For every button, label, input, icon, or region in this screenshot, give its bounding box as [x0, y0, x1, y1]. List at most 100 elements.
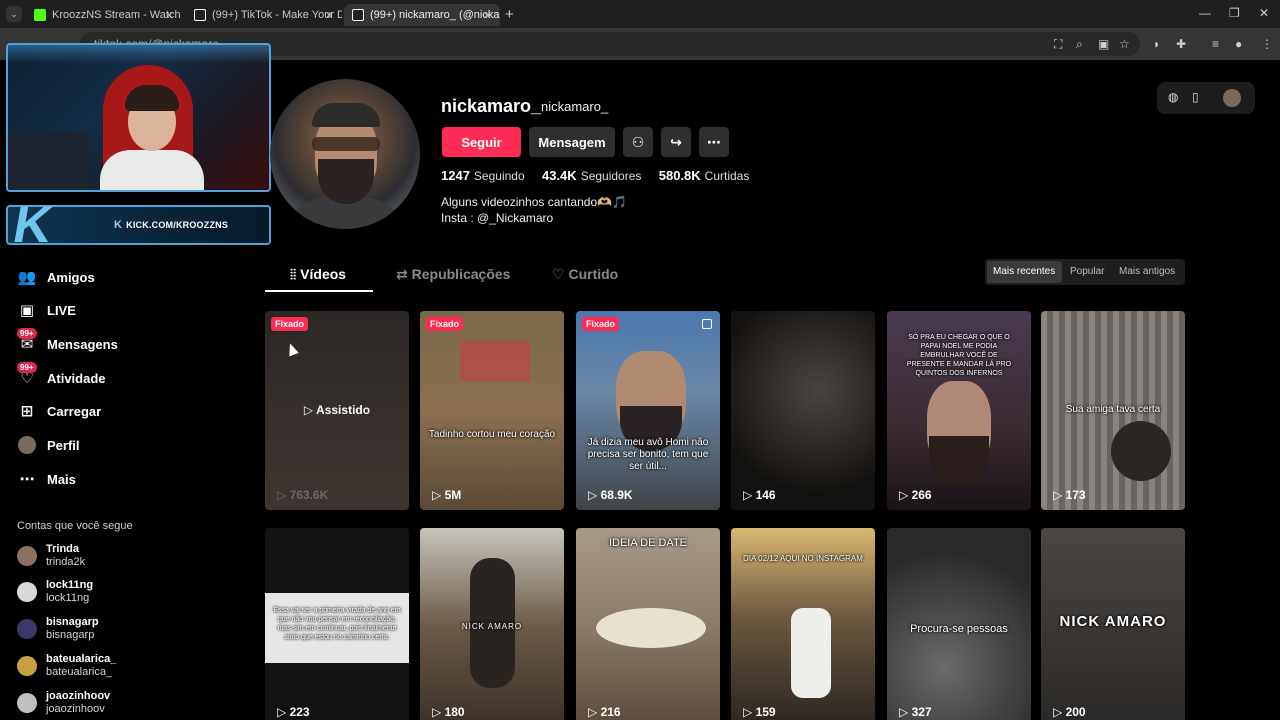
view-count: ▷ 327 — [899, 705, 932, 719]
maximize-icon[interactable]: ❐ — [1229, 6, 1240, 20]
nav-perfil[interactable]: Perfil — [17, 434, 80, 456]
video-card[interactable]: SÓ PRA EU CHEGAR O QUE O PAPAI NOEL ME P… — [887, 311, 1031, 510]
video-card[interactable]: Essa vai ser a primeira virada de ano em… — [265, 528, 409, 720]
view-count: ▷ 68.9K — [588, 488, 633, 502]
view-count: ▷ 5M — [432, 488, 462, 502]
streamer-webcam — [6, 43, 271, 192]
install-icon[interactable]: ▣ — [1098, 37, 1109, 51]
following-section-title: Contas que você segue — [17, 520, 133, 532]
suggested-accounts-button[interactable]: ⚇ — [623, 127, 653, 157]
account-name: bateualarica_ — [46, 653, 117, 665]
live-icon: ▣ — [19, 302, 35, 319]
add-friend-icon: ⚇ — [631, 133, 645, 150]
more-options-button[interactable]: ⋯ — [699, 127, 729, 157]
nav-live[interactable]: ▣ LIVE — [17, 299, 76, 321]
video-card[interactable]: Procura-se pessoas ▷ 327 — [887, 528, 1031, 720]
activity-icon: ♡ 99+ — [17, 362, 37, 388]
video-card[interactable]: IDEIA DE DATE ▷ 216 — [576, 528, 720, 720]
device-icon[interactable]: ▯ — [1192, 90, 1199, 104]
nav-label: Mensagens — [47, 336, 118, 352]
video-card[interactable]: Fixado ▷ Assistido ▷ 763.6K — [265, 311, 409, 510]
following-account[interactable]: bisnagarp bisnagarp — [17, 614, 99, 644]
account-handle: bateualarica_ — [46, 666, 113, 678]
video-card[interactable]: NICK AMARO ▷ 180 — [420, 528, 564, 720]
new-tab-icon[interactable]: + — [505, 6, 514, 23]
pinned-badge: Fixado — [426, 317, 464, 331]
video-caption: NICK AMARO — [1059, 613, 1167, 630]
nav-label: Atividade — [47, 370, 106, 386]
avatar — [17, 582, 37, 602]
profile-avatar-icon[interactable]: ● — [1235, 37, 1242, 51]
profile-avatar — [270, 79, 420, 229]
minimize-icon[interactable]: — — [1199, 6, 1211, 20]
nav-atividade[interactable]: ♡ 99+ Atividade — [17, 362, 106, 389]
tab-videos[interactable]: ⦙⦙ Vídeos — [290, 266, 346, 283]
sort-popular[interactable]: Popular — [1070, 266, 1104, 277]
view-count: ▷ 216 — [588, 705, 621, 719]
nav-label: LIVE — [47, 302, 76, 318]
sort-recent[interactable]: Mais recentes — [993, 266, 1055, 277]
nav-mais[interactable]: ⋯ Mais — [17, 468, 76, 490]
tab-search-icon[interactable]: ⌄ — [6, 6, 22, 22]
close-tab-icon[interactable]: ✕ — [165, 9, 174, 22]
puzzle-icon[interactable]: ✚ — [1176, 37, 1186, 51]
avatar — [17, 619, 37, 639]
nav-amigos[interactable]: 👥 Amigos — [17, 266, 95, 288]
browser-tab-bar: ⌄ KroozzNS Stream - Watch Live ✕ (99+) T… — [0, 0, 1280, 28]
view-count: ▷ 223 — [277, 705, 310, 719]
video-card[interactable]: Sua amiga tava certa ▷ 173 — [1041, 311, 1185, 510]
video-card[interactable]: Fixado Tadinho cortou meu coração ▷ 5M — [420, 311, 564, 510]
nav-label: Perfil — [47, 437, 80, 453]
account-handle: bisnagarp — [46, 629, 95, 641]
top-right-actions: ◍ ▯ — [1157, 82, 1255, 114]
close-window-icon[interactable]: ✕ — [1259, 6, 1269, 20]
profile-icon — [17, 435, 37, 455]
active-tab-indicator — [265, 290, 373, 292]
following-account[interactable]: joaozinhoov joaozinhoov — [17, 688, 110, 718]
video-card[interactable]: ▷ 146 — [731, 311, 875, 510]
following-stat[interactable]: 1247 Seguindo — [441, 168, 525, 183]
reading-list-icon[interactable]: ≡ — [1212, 37, 1219, 51]
bio-line: Alguns videozinhos cantando🫶🏼🎵 — [441, 195, 627, 209]
kick-url-text: K KICK.COM/KROOZZNS — [114, 219, 229, 231]
avatar — [17, 656, 37, 676]
message-button[interactable]: Mensagem — [529, 127, 615, 157]
close-tab-icon[interactable]: ✕ — [325, 9, 334, 22]
following-account[interactable]: lock11ng lock11ng — [17, 577, 93, 607]
nav-mensagens[interactable]: ✉ 99+ Mensagens — [17, 328, 118, 355]
account-avatar[interactable] — [1223, 89, 1241, 107]
tab-title: KroozzNS Stream - Watch Live — [52, 9, 182, 21]
zoom-icon[interactable]: ⌕ — [1076, 37, 1083, 52]
tiktok-favicon-icon — [352, 9, 364, 21]
extension-icon[interactable]: ◗ — [1153, 37, 1160, 51]
account-name: Trinda — [46, 543, 80, 555]
video-caption: Sua amiga tava certa — [1065, 404, 1161, 415]
browser-menu-icon[interactable]: ⋮ — [1261, 37, 1273, 51]
followers-stat[interactable]: 43.4K Seguidores — [542, 168, 641, 183]
follow-button[interactable]: Seguir — [442, 127, 521, 157]
browser-tab-kick[interactable]: KroozzNS Stream - Watch Live ✕ — [26, 4, 182, 26]
sort-oldest[interactable]: Mais antigos — [1119, 266, 1175, 277]
video-caption: Já dizia meu avô Homi não precisa ser bo… — [587, 437, 709, 472]
pinned-badge: Fixado — [271, 317, 309, 331]
browser-tab-tiktok-profile[interactable]: (99+) nickamaro_ (@nickam ✕ — [344, 4, 500, 26]
following-account[interactable]: bateualarica_ bateualarica_ — [17, 651, 116, 681]
video-card[interactable]: DIA 02/12 AQUI NO INSTAGRAM ▷ 159 — [731, 528, 875, 720]
tab-liked[interactable]: ♡ Curtido — [552, 266, 618, 283]
bookmark-star-icon[interactable]: ☆ — [1119, 37, 1130, 51]
tab-reposts[interactable]: ⇄ Republicações — [396, 266, 510, 283]
browser-tab-tiktok-home[interactable]: (99+) TikTok - Make Your Day ✕ — [186, 4, 342, 26]
share-button[interactable]: ↪ — [661, 127, 691, 157]
translate-icon[interactable]: ⛶ — [1054, 37, 1062, 52]
video-caption: Essa vai ser a primeira virada de ano em… — [273, 607, 401, 641]
account-name: bisnagarp — [46, 616, 99, 628]
view-count: ▷ 180 — [432, 705, 465, 719]
coins-icon[interactable]: ◍ — [1168, 90, 1178, 104]
video-card[interactable]: NICK AMARO ▷ 200 — [1041, 528, 1185, 720]
account-name: joaozinhoov — [46, 690, 111, 702]
video-card[interactable]: Fixado Já dizia meu avô Homi não precisa… — [576, 311, 720, 510]
close-tab-icon[interactable]: ✕ — [483, 9, 492, 22]
view-count: ▷ 266 — [899, 488, 932, 502]
following-account[interactable]: Trinda trinda2k — [17, 541, 85, 571]
nav-carregar[interactable]: ⊞ Carregar — [17, 400, 102, 422]
